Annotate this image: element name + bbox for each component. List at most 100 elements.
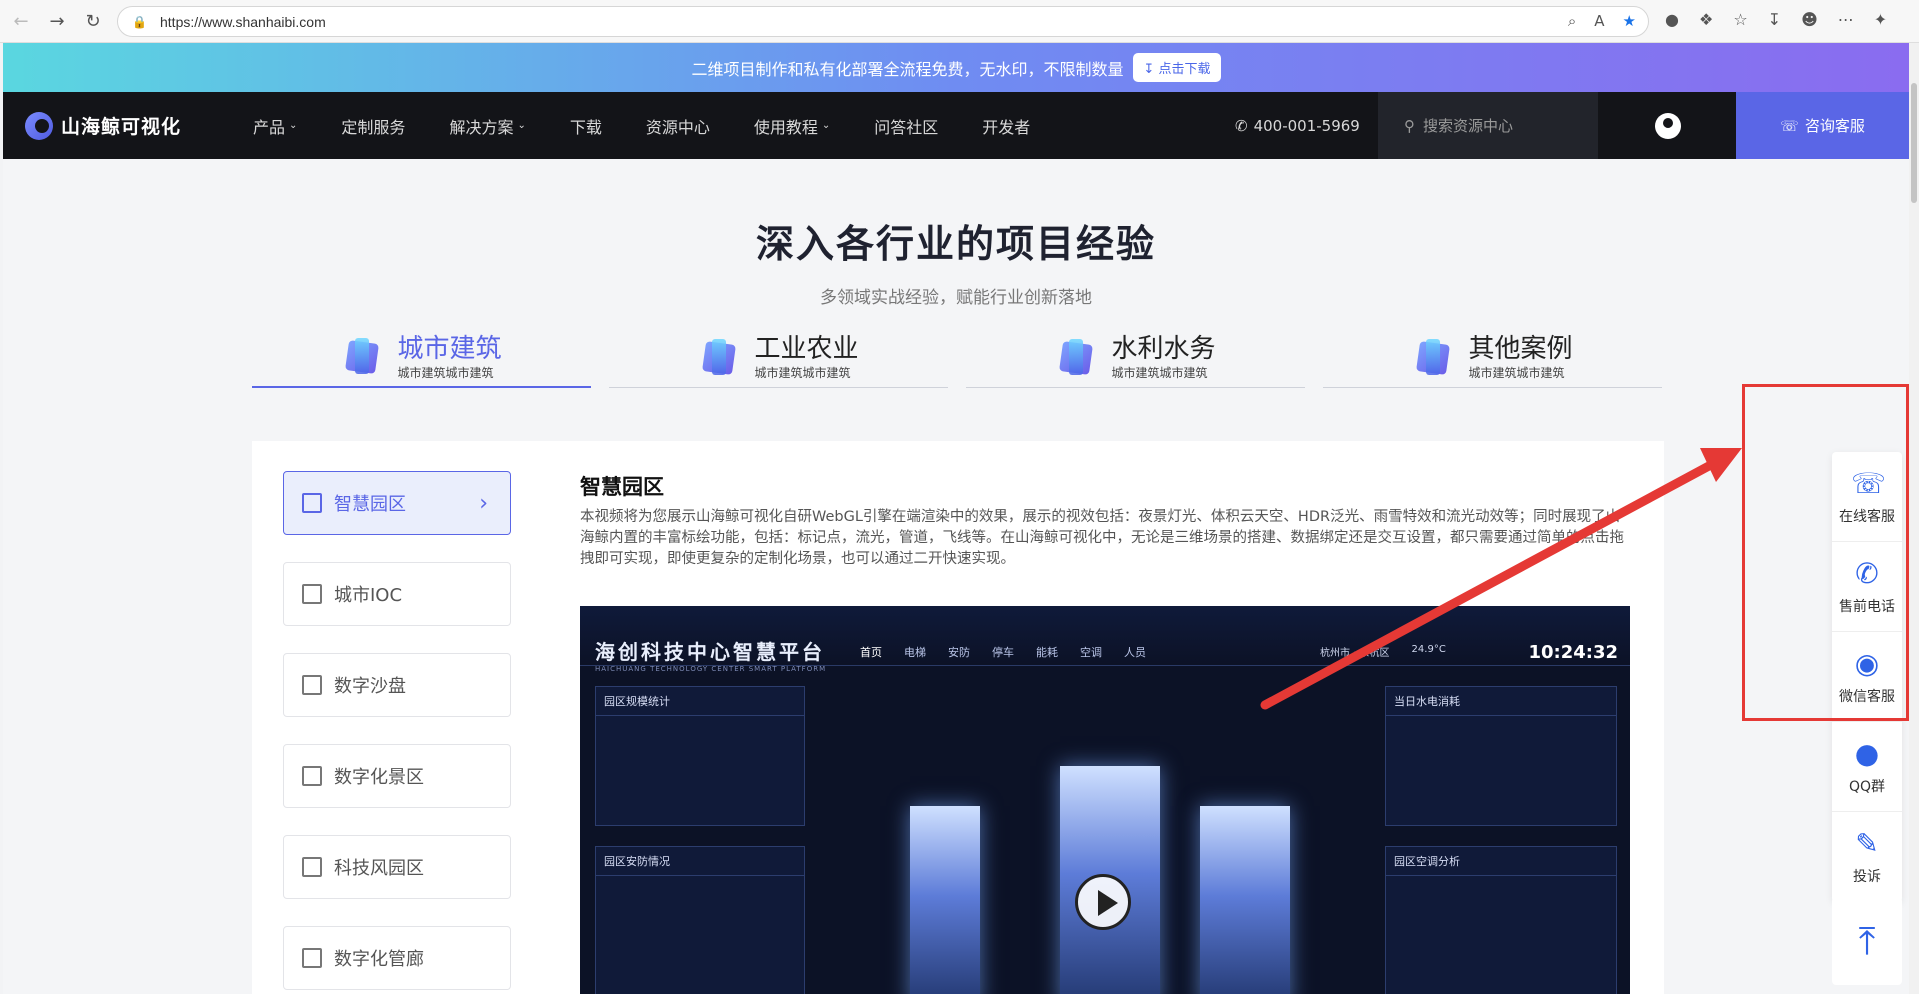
chevron-down-icon: ⌄ [821, 120, 831, 131]
video-dashboard-title: 海创科技中心智慧平台 HAICHUANG TECHNOLOGY CENTER SM… [595, 636, 826, 673]
nav-item-resources[interactable]: 资源中心 [646, 114, 710, 138]
tab-title: 城市建筑 [397, 333, 502, 364]
sidebar-label: 城市IOC [334, 585, 403, 606]
tab-subtitle: 城市建筑城市建筑 [397, 365, 494, 380]
hotline-number: 400-001-5969 [1253, 116, 1360, 135]
case-video[interactable]: 海创科技中心智慧平台 HAICHUANG TECHNOLOGY CENTER SM… [580, 606, 1630, 994]
arrow-up-icon: ⤒ [1858, 918, 1876, 963]
nav-item-community[interactable]: 问答社区 [874, 114, 938, 138]
case-description: 本视频将为您展示山海鲸可视化自研WebGL引擎在端渲染中的效果，展示的视效包括：… [580, 509, 1624, 567]
chevron-down-icon: ⌄ [289, 120, 298, 131]
section-subtitle: 多领域实战经验，赋能行业创新落地 [820, 288, 1092, 308]
tab-industry-agriculture[interactable]: 工业农业 城市建筑城市建筑 [609, 328, 948, 388]
tab-other-cases[interactable]: 其他案例城市建筑城市建筑 [1323, 328, 1662, 388]
logo-text: 山海鲸可视化 [61, 116, 182, 138]
play-icon[interactable] [1075, 874, 1131, 930]
favorite-star-icon[interactable]: ★ [1623, 12, 1636, 30]
favorites-icon[interactable]: ☆ [1733, 10, 1747, 29]
site-logo[interactable]: 山海鲸可视化 [25, 111, 182, 140]
tab-title: 水利水务 [1111, 334, 1216, 364]
panel-title: 园区安防情况 [596, 847, 804, 876]
sidebar-item-digital-scenic[interactable]: 数字化景区 [283, 744, 511, 808]
annotation-highlight-box [1742, 384, 1909, 721]
sidebar-label: 数字沙盘 [334, 676, 406, 697]
nav-label: 问答社区 [874, 117, 939, 137]
site-search[interactable]: ⚲ 搜索资源中心 [1378, 92, 1598, 159]
video-nav-item: 能耗 [1036, 646, 1058, 659]
lock-icon: 🔒 [132, 14, 147, 29]
user-avatar-icon[interactable] [1655, 113, 1681, 139]
nav-item-custom-service[interactable]: 定制服务 [341, 114, 405, 138]
sidebar-item-city-ioc[interactable]: 城市IOC [283, 562, 511, 626]
video-building [910, 806, 980, 994]
tab-subtitle: 城市建筑城市建筑 [1468, 366, 1565, 380]
hotline[interactable]: ✆ 400-001-5969 [1235, 117, 1360, 135]
nav-item-product[interactable]: 产品 ⌄ [253, 114, 297, 138]
video-clock: 10:24:32 [1528, 642, 1618, 663]
video-title-en: HAICHUANG TECHNOLOGY CENTER SMART PLATFO… [595, 665, 827, 673]
consult-button[interactable]: ☏ 咨询客服 [1736, 92, 1909, 159]
back-icon[interactable]: ← [6, 6, 36, 36]
puzzle-icon[interactable]: ❖ [1699, 10, 1713, 29]
profile-icon[interactable]: ☻ [1801, 10, 1818, 29]
sidebar-label: 科技风园区 [334, 858, 424, 879]
tab-title: 工业农业 [754, 334, 859, 364]
tab-water-conservancy[interactable]: 水利水务 城市建筑城市建筑 [966, 328, 1305, 388]
float-complaint[interactable]: ✎ 投诉 [1832, 812, 1902, 902]
download-icon[interactable]: ↧ [1768, 10, 1781, 29]
industry-tabs: 城市建筑 城市建筑城市建筑 工业农业 城市建筑城市建筑 水利水务 城市建筑城市建筑 其… [252, 328, 1664, 388]
reload-icon[interactable]: ↻ [78, 6, 108, 36]
main-nav: 山海鲸可视化 产品 ⌄ 定制服务 解决方案 ⌄ 下载 资源中心 使用教程 ⌄ 问答社区… [3, 92, 1909, 159]
nav-item-developers[interactable]: 开发者 [982, 114, 1030, 138]
page-scrollbar[interactable] [1909, 43, 1919, 994]
nav-item-tutorials[interactable]: 使用教程 ⌄ [754, 114, 830, 138]
sidebar-item-tech-park[interactable]: 科技风园区 [283, 835, 511, 899]
address-bar[interactable]: 🔒 https://www.shanhaibi.com ⌕ A ★ [117, 6, 1649, 37]
promo-banner: 二维项目制作和私有化部署全流程免费，无水印，不限制数量 ↧ 点击下载 [3, 43, 1909, 92]
phone-icon: ✆ [1235, 116, 1248, 135]
search-icon: ⚲ [1404, 116, 1415, 135]
scrollbar-thumb[interactable] [1911, 83, 1917, 203]
video-dashboard-nav: 首页 电梯 安防 停车 能耗 空调 人员 [860, 644, 1146, 660]
float-label: QQ群 [1848, 778, 1886, 795]
case-title: 智慧园区 [580, 475, 664, 499]
more-icon[interactable]: ⋯ [1838, 10, 1854, 29]
float-qq-group[interactable]: ● QQ群 [1832, 722, 1902, 812]
back-to-top-button[interactable]: ⤒ [1832, 897, 1902, 985]
nav-label: 下载 [569, 117, 602, 137]
sidebar-item-smart-park[interactable]: 智慧园区 › [283, 471, 511, 535]
read-aloud-icon[interactable]: A [1594, 12, 1604, 30]
nav-item-download[interactable]: 下载 [570, 114, 602, 138]
nav-label: 资源中心 [645, 117, 710, 137]
factory-icon [698, 337, 740, 379]
zoom-icon[interactable]: ⌕ [1568, 12, 1576, 30]
building-icon [302, 493, 322, 513]
video-panel-hvac: 园区空调分析 [1385, 846, 1617, 994]
chevron-right-icon: › [479, 490, 488, 516]
sidebar-label: 数字化景区 [334, 767, 424, 788]
city-building-icon [341, 336, 383, 378]
sidebar-item-digital-sandbox[interactable]: 数字沙盘 [283, 653, 511, 717]
forward-icon[interactable]: → [42, 6, 72, 36]
video-location: 杭州市 · 余杭区 [1320, 648, 1390, 659]
sidebar-label: 数字化管廊 [334, 949, 424, 970]
water-icon [1055, 337, 1097, 379]
tab-city-building[interactable]: 城市建筑 城市建筑城市建筑 [252, 328, 591, 388]
video-panel-park-stats: 园区规模统计 [595, 686, 805, 826]
complaint-icon: ✎ [1855, 827, 1879, 860]
video-temperature: 24.9°C [1411, 644, 1446, 655]
url-text[interactable]: https://www.shanhaibi.com [160, 14, 326, 30]
sandbox-icon [302, 675, 322, 695]
video-nav-item: 首页 [860, 646, 882, 659]
logo-mark-icon [25, 111, 53, 140]
chevron-down-icon: ⌄ [517, 120, 526, 131]
copilot-icon[interactable]: ✦ [1874, 10, 1887, 29]
video-building [1200, 806, 1290, 994]
sidebar-item-pipe-gallery[interactable]: 数字化管廊 [283, 926, 511, 990]
extension-icon[interactable]: ● [1665, 10, 1679, 29]
consult-label: 咨询客服 [1804, 117, 1865, 135]
tab-title: 其他案例 [1468, 334, 1573, 364]
promo-download-button[interactable]: ↧ 点击下载 [1133, 53, 1221, 82]
nav-item-solutions[interactable]: 解决方案 ⌄ [449, 114, 525, 138]
pipe-gallery-icon [302, 948, 322, 968]
